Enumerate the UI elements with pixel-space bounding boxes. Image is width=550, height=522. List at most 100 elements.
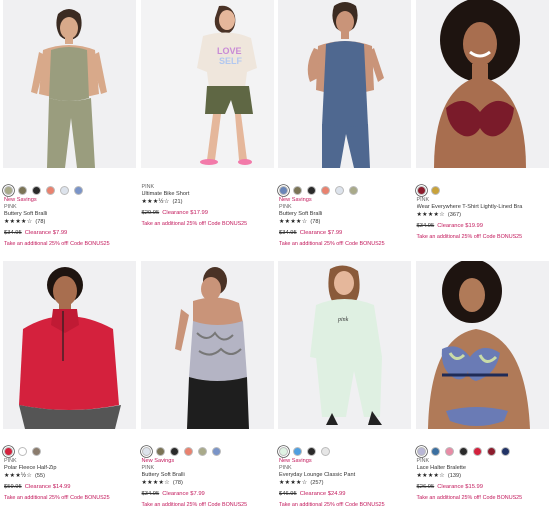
color-swatch[interactable] [74, 186, 83, 195]
product-card[interactable]: New Savings PINK Buttery Soft Bralli ★★★★☆(… [0, 0, 137, 261]
color-swatch[interactable] [472, 447, 482, 456]
promo-text: Take an additional 25% off! Code BONUS25 [4, 495, 110, 501]
color-swatch[interactable] [279, 186, 288, 195]
color-swatch[interactable] [169, 447, 179, 456]
product-rating: ★★★★☆ (78) [279, 218, 411, 226]
star-rating-icon: ★★★★☆ [141, 480, 170, 486]
color-swatch[interactable] [18, 447, 27, 456]
svg-text:pink: pink [337, 317, 349, 323]
color-swatch[interactable] [416, 447, 426, 456]
review-count[interactable]: (55) [35, 472, 45, 480]
product-card[interactable]: PINK Lace Halter Bralette ★★★★☆ (139) $26.95… [413, 261, 550, 522]
color-swatch[interactable] [349, 186, 358, 195]
product-name[interactable]: Wear Everywhere T-Shirt Lightly-Lined Br… [417, 204, 549, 211]
product-photo[interactable]: pink [278, 261, 411, 429]
color-swatch[interactable] [486, 447, 496, 456]
clearance-price: Clearance $15.99 [437, 484, 483, 490]
color-swatch[interactable] [4, 186, 13, 195]
product-name[interactable]: Buttery Soft Bralli [142, 472, 274, 479]
star-rating-icon: ★★★★☆ [4, 219, 33, 225]
product-brand: PINK [279, 204, 292, 210]
promo-text: Take an additional 25% off! Code BONUS25 [141, 221, 248, 227]
review-count[interactable]: (78) [310, 218, 320, 226]
color-swatch[interactable] [307, 447, 316, 456]
color-swatch[interactable] [279, 447, 288, 456]
product-card[interactable]: New Savings PINK Buttery Soft Bralli ★★★★☆(… [275, 0, 412, 261]
product-photo[interactable] [415, 0, 549, 168]
color-swatch[interactable] [335, 186, 344, 195]
color-swatch[interactable] [321, 186, 330, 195]
product-price: $34.95 Clearance $7.99 [4, 229, 136, 238]
product-name[interactable]: Polar Fleece Half-Zip [4, 465, 136, 472]
product-photo[interactable] [415, 261, 549, 429]
color-swatch[interactable] [458, 447, 468, 456]
product-name[interactable]: Everyday Lounge Classic Pant [279, 472, 411, 479]
color-swatch[interactable] [155, 447, 165, 456]
product-photo[interactable] [278, 0, 411, 168]
clearance-price: Clearance $7.99 [24, 230, 68, 236]
product-photo[interactable] [140, 261, 274, 429]
product-card[interactable]: pink New Savings PINK Everyday Lounge Clas… [275, 261, 412, 522]
star-rating-icon: ★★★½☆ [141, 199, 170, 205]
product-text: PINK Ultimate Bike Short ★★★½☆ (21) $29.95 Cl… [142, 184, 274, 228]
product-price: $59.95 Clearance $14.99 [4, 483, 136, 492]
original-price: $34.95 [4, 230, 22, 236]
product-brand: PINK [141, 465, 155, 471]
review-count[interactable]: (78) [35, 218, 45, 226]
review-count[interactable]: (367) [448, 211, 461, 219]
review-count[interactable]: (139) [448, 472, 461, 480]
color-swatch[interactable] [293, 186, 302, 195]
color-swatch[interactable] [4, 447, 13, 456]
color-swatch[interactable] [46, 186, 55, 195]
product-text: New Savings PINK Everyday Lounge Classic P… [279, 458, 411, 509]
star-rating-icon: ★★★★☆ [279, 480, 308, 486]
original-price: $34.95 [141, 491, 160, 497]
product-card[interactable]: New Savings PINK Buttery Soft Bralli ★★★★☆(… [138, 261, 275, 522]
color-swatch[interactable] [32, 447, 41, 456]
promo-text: Take an additional 25% off! Code BONUS25 [279, 502, 385, 508]
product-rating: ★★★★☆ (78) [142, 479, 274, 487]
color-swatch[interactable] [293, 447, 302, 456]
original-price: $34.95 [279, 230, 297, 236]
star-rating-icon: ★★★★☆ [416, 212, 445, 218]
color-swatch[interactable] [430, 447, 440, 456]
color-swatch[interactable] [197, 447, 207, 456]
new-savings-label: New Savings [279, 458, 312, 464]
product-photo[interactable] [3, 0, 136, 168]
product-rating: ★★★★☆ (139) [417, 472, 549, 480]
product-rating: ★★★★☆ (257) [279, 479, 411, 487]
original-price: $46.95 [279, 491, 297, 497]
color-swatch[interactable] [444, 447, 454, 456]
product-rating: ★★★★☆ (78) [4, 218, 136, 226]
product-photo[interactable]: LOVE SELF [140, 0, 274, 168]
product-card[interactable]: LOVE SELF PINK Ultimate Bike Short ★★★½☆ (2… [138, 0, 275, 261]
product-name[interactable]: Lace Halter Bralette [417, 465, 549, 472]
color-swatch[interactable] [416, 186, 426, 195]
color-swatch[interactable] [183, 447, 193, 456]
color-swatch[interactable] [321, 447, 330, 456]
promo-text: Take an additional 25% off! Code BONUS25 [4, 241, 110, 247]
product-name[interactable]: Buttery Soft Bralli [4, 211, 136, 218]
color-swatch[interactable] [307, 186, 316, 195]
product-name[interactable]: Buttery Soft Bralli [279, 211, 411, 218]
product-photo[interactable] [3, 261, 136, 429]
review-count[interactable]: (78) [173, 479, 183, 487]
color-swatch[interactable] [500, 447, 510, 456]
clearance-price: Clearance $7.99 [299, 230, 343, 236]
product-name[interactable]: Ultimate Bike Short [142, 191, 274, 198]
color-swatch[interactable] [430, 186, 440, 195]
new-savings-label: New Savings [279, 197, 312, 203]
review-count[interactable]: (257) [310, 479, 323, 487]
product-card[interactable]: PINK Polar Fleece Half-Zip ★★★½☆ (55) $59.95… [0, 261, 137, 522]
color-swatch[interactable] [60, 186, 69, 195]
product-card[interactable]: PINK Wear Everywhere T-Shirt Lightly-Line… [413, 0, 550, 261]
color-swatch[interactable] [141, 447, 151, 456]
color-swatch[interactable] [32, 186, 41, 195]
review-count[interactable]: (21) [173, 198, 183, 206]
color-swatch[interactable] [18, 186, 27, 195]
product-text: PINK Lace Halter Bralette ★★★★☆ (139) $26.95… [417, 458, 549, 502]
color-swatch[interactable] [211, 447, 221, 456]
star-rating-icon: ★★★★☆ [416, 473, 445, 479]
product-brand: PINK [416, 197, 430, 203]
original-price: $26.95 [416, 484, 435, 490]
